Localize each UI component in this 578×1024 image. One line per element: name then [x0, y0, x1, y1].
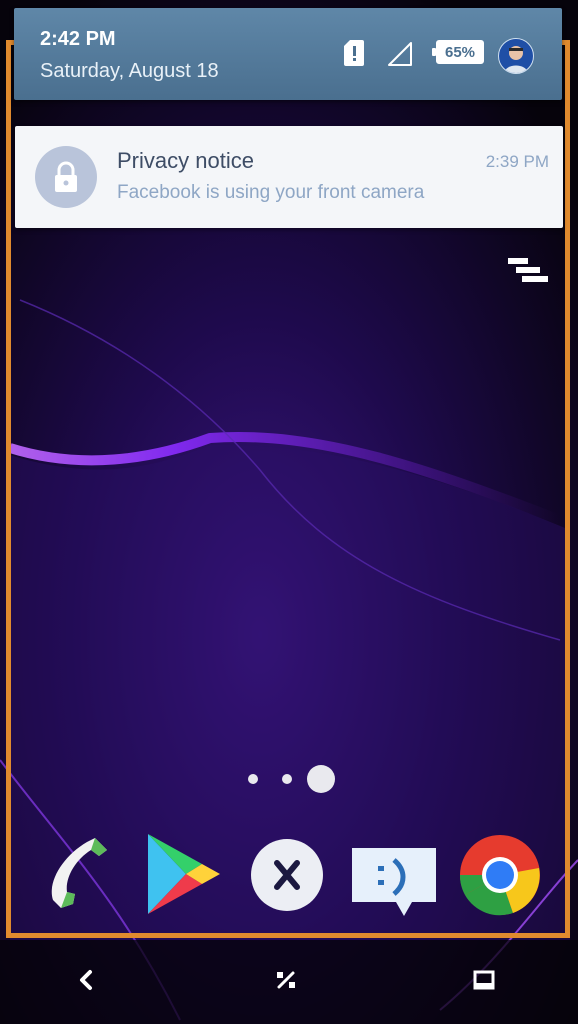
battery-percent: 65%: [444, 44, 476, 61]
avatar-face-icon: [504, 46, 528, 73]
signal-icon: [388, 42, 412, 66]
home-button[interactable]: [264, 958, 308, 1002]
app-dock: [0, 830, 578, 926]
chrome-icon[interactable]: [455, 830, 545, 920]
messaging-icon[interactable]: [348, 830, 438, 920]
app-drawer-menu-icon[interactable]: [506, 256, 552, 290]
notification-body: Facebook is using your front camera: [117, 182, 425, 203]
page-indicator: [245, 762, 340, 796]
phone-screen: 2:42 PM Saturday, August 18 65% Privacy …: [0, 0, 578, 1024]
user-avatar[interactable]: [498, 38, 534, 74]
sd-card-alert-icon: [344, 40, 364, 66]
battery-icon: 65%: [432, 40, 484, 64]
home-icon: [277, 971, 295, 989]
page-dot-3-active: [307, 765, 335, 793]
play-store-icon[interactable]: [140, 830, 230, 920]
page-dot-1: [248, 774, 258, 784]
recents-icon: [473, 970, 495, 990]
lock-icon: [55, 161, 77, 192]
clock-time: 2:42 PM: [40, 28, 116, 50]
recents-button[interactable]: [462, 958, 506, 1002]
page-dot-2: [282, 774, 292, 784]
status-shade[interactable]: 2:42 PM Saturday, August 18 65%: [14, 8, 562, 100]
notification-icon-circle: [35, 146, 97, 208]
date-label: Saturday, August 18: [40, 60, 219, 82]
x-app-icon[interactable]: [242, 830, 332, 920]
back-icon: [80, 970, 92, 990]
phone-icon[interactable]: [35, 830, 125, 920]
navigation-bar: [0, 940, 578, 1024]
notification-title: Privacy notice: [117, 148, 254, 173]
back-button[interactable]: [64, 958, 108, 1002]
privacy-notification[interactable]: Privacy notice Facebook is using your fr…: [15, 126, 563, 228]
notification-time: 2:39 PM: [485, 152, 549, 171]
